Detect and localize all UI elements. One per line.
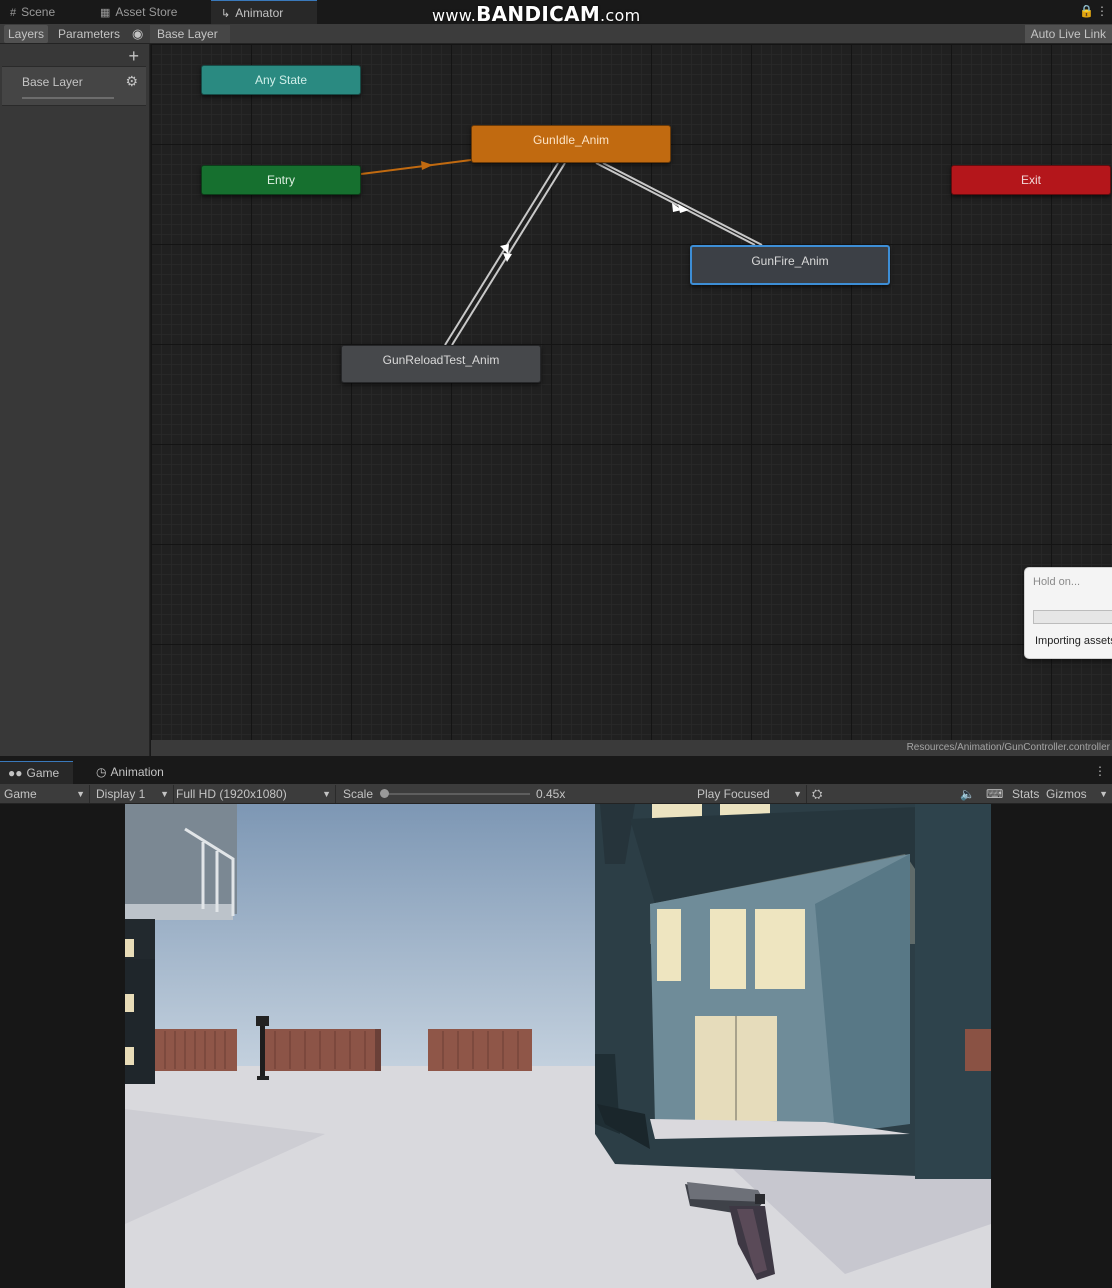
layers-panel: + Base Layer ⚙ bbox=[0, 44, 150, 756]
bandicam-watermark: www.BANDICAM.com bbox=[432, 2, 641, 26]
clock-icon: ◷ bbox=[96, 765, 107, 779]
game-tab-bar: ●● Game ◷ Animation ⋮ bbox=[0, 758, 1112, 784]
chevron-down-icon: ▼ bbox=[76, 789, 85, 799]
animator-graph[interactable]: Any State Entry Exit GunIdle_Anim GunFir… bbox=[151, 44, 1112, 740]
fire-to-idle-transition[interactable] bbox=[602, 162, 763, 246]
editor-tab-bar: # Scene ▦ Asset Store ↳ Animator www.BANDIC… bbox=[0, 0, 1112, 26]
auto-live-link-button[interactable]: Auto Live Link bbox=[1024, 25, 1112, 43]
game-viewport[interactable] bbox=[125, 804, 991, 1288]
more-menu-icon[interactable]: ⋮ bbox=[1096, 4, 1108, 18]
gear-icon[interactable]: ⚙ bbox=[125, 73, 138, 90]
chevron-down-icon: ▼ bbox=[793, 789, 802, 799]
dialog-message: Importing assets bbox=[1035, 635, 1112, 647]
eye-icon[interactable]: ◉ bbox=[128, 25, 147, 43]
state-gun-reload[interactable]: GunReloadTest_Anim bbox=[341, 345, 541, 383]
chevron-down-icon: ▼ bbox=[322, 789, 331, 799]
bug-icon[interactable]: ⛭ bbox=[812, 785, 822, 803]
tab-animation[interactable]: ◷ Animation bbox=[88, 761, 172, 784]
dialog-title: Hold on... bbox=[1033, 576, 1081, 588]
tab-scene[interactable]: # Scene bbox=[0, 0, 65, 24]
entry-to-idle-transition[interactable] bbox=[360, 159, 472, 175]
audio-icon[interactable]: 🔈 bbox=[960, 785, 975, 803]
tab-animator[interactable]: ↳ Animator bbox=[211, 0, 317, 24]
resolution-dropdown[interactable]: Full HD (1920x1080) ▼ bbox=[176, 785, 336, 803]
tab-scene-label: Scene bbox=[21, 5, 56, 19]
tab-game-label: Game bbox=[26, 766, 60, 780]
game-mode-dropdown[interactable]: Game ▼ bbox=[4, 785, 90, 803]
idle-to-reload-transition[interactable] bbox=[444, 162, 559, 346]
tab-asset-store-label: Asset Store bbox=[115, 5, 178, 19]
state-gun-fire[interactable]: GunFire_Anim bbox=[690, 245, 890, 285]
add-layer-button[interactable]: + bbox=[128, 46, 139, 67]
layers-tab-button[interactable]: Layers bbox=[4, 25, 49, 43]
play-mode-dropdown[interactable]: Play Focused ▼ bbox=[697, 785, 807, 803]
parameters-tab-button[interactable]: Parameters bbox=[54, 25, 124, 43]
tab-animation-label: Animation bbox=[110, 765, 164, 779]
idle-to-fire-transition[interactable] bbox=[595, 162, 756, 246]
progress-dialog: Hold on... Importing assets bbox=[1024, 567, 1112, 659]
gizmos-dropdown[interactable]: Gizmos ▼ bbox=[1046, 785, 1112, 803]
display-dropdown[interactable]: Display 1 ▼ bbox=[96, 785, 174, 803]
animator-status-bar: Resources/Animation/GunController.contro… bbox=[151, 740, 1112, 756]
more-menu-icon[interactable]: ⋮ bbox=[1094, 764, 1106, 778]
state-any-state[interactable]: Any State bbox=[201, 65, 361, 95]
breadcrumb[interactable]: Base Layer bbox=[150, 25, 230, 43]
animator-toolbar: Layers Parameters ◉ Base Layer Auto Live… bbox=[0, 24, 1112, 44]
layer-weight-bar bbox=[22, 97, 114, 99]
scale-label: Scale bbox=[343, 787, 374, 801]
layer-item[interactable]: Base Layer ⚙ bbox=[2, 66, 146, 106]
tab-asset-store[interactable]: ▦ Asset Store bbox=[90, 0, 187, 24]
lock-icon[interactable]: 🔒 bbox=[1079, 4, 1094, 18]
game-view bbox=[0, 804, 1112, 1288]
chevron-down-icon: ▼ bbox=[1099, 789, 1108, 799]
keyboard-icon[interactable]: ⌨ bbox=[986, 785, 1003, 803]
entry-to-idle-arrowhead bbox=[421, 161, 433, 170]
dialog-progress-bar bbox=[1033, 610, 1112, 624]
layer-name: Base Layer bbox=[22, 75, 83, 89]
game-toolbar: Game ▼ Display 1 ▼ Full HD (1920x1080) ▼ Sc… bbox=[0, 784, 1112, 804]
controller-asset-path: Resources/Animation/GunController.contro… bbox=[906, 742, 1110, 753]
bag-icon: ▦ bbox=[100, 7, 111, 19]
tab-game[interactable]: ●● Game bbox=[0, 761, 74, 784]
scale-slider-track[interactable] bbox=[382, 793, 530, 795]
scale-slider-handle[interactable] bbox=[380, 789, 389, 798]
state-exit[interactable]: Exit bbox=[951, 165, 1111, 195]
state-entry[interactable]: Entry bbox=[201, 165, 361, 195]
grid-icon: # bbox=[10, 7, 17, 19]
animator-icon: ↳ bbox=[221, 8, 231, 20]
gamepad-icon: ●● bbox=[8, 766, 23, 780]
tab-animator-label: Animator bbox=[235, 6, 284, 20]
scale-value: 0.45x bbox=[536, 787, 566, 801]
chevron-down-icon: ▼ bbox=[160, 789, 169, 799]
stats-button[interactable]: Stats bbox=[1012, 785, 1039, 803]
state-gun-idle[interactable]: GunIdle_Anim bbox=[471, 125, 671, 163]
game-scene-render bbox=[125, 804, 991, 1288]
